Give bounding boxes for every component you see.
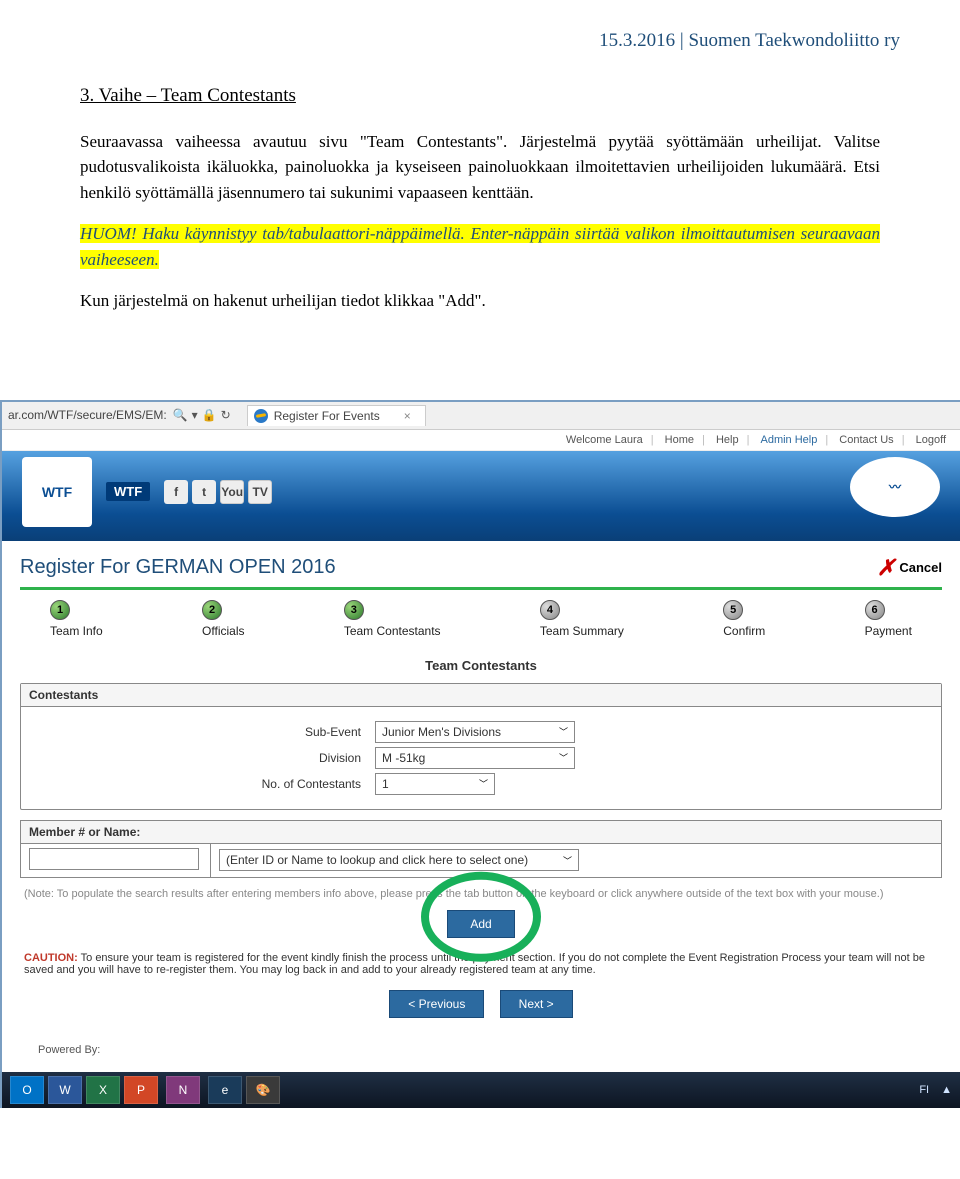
tab-close-icon[interactable]: × bbox=[404, 409, 411, 423]
sub-event-label: Sub-Event bbox=[35, 725, 375, 739]
doc-body: 3. Vaihe – Team Contestants Seuraavassa … bbox=[0, 62, 960, 370]
cancel-button[interactable]: ✗ Cancel bbox=[877, 555, 942, 581]
taskbar-paint-icon[interactable]: 🎨 bbox=[246, 1076, 280, 1104]
link-home[interactable]: Home bbox=[665, 434, 694, 446]
taskbar-outlook-icon[interactable]: O bbox=[10, 1076, 44, 1104]
doc-highlight-text: HUOM! Haku käynnistyy tab/tabulaattori-n… bbox=[80, 224, 880, 269]
chevron-down-icon: ﹀ bbox=[563, 854, 572, 867]
doc-header: 15.3.2016 | Suomen Taekwondoliitto ry bbox=[0, 0, 960, 62]
chevron-down-icon: ﹀ bbox=[559, 751, 568, 764]
section-title: Team Contestants bbox=[20, 658, 942, 673]
doc-title: 3. Vaihe – Team Contestants bbox=[80, 82, 880, 111]
federation-logo[interactable]: 〰 bbox=[850, 457, 940, 517]
wizard-steps: 1 Team Info 2 Officials 3 Team Contestan… bbox=[50, 600, 912, 638]
step-team-contestants[interactable]: 3 Team Contestants bbox=[344, 600, 441, 638]
welcome-text: Welcome Laura bbox=[566, 434, 643, 446]
taskbar-onenote-icon[interactable]: N bbox=[166, 1076, 200, 1104]
step-team-summary[interactable]: 4 Team Summary bbox=[540, 600, 624, 638]
caution-text: CAUTION: To ensure your team is register… bbox=[24, 952, 938, 976]
taskbar-lang[interactable]: FI bbox=[919, 1084, 929, 1096]
site-top-links: Welcome Laura| Home| Help| Admin Help| C… bbox=[2, 430, 960, 451]
link-admin-help[interactable]: Admin Help bbox=[760, 434, 817, 446]
refresh-icon[interactable]: ↻ bbox=[221, 408, 231, 422]
doc-para-1: Seuraavassa vaiheessa avautuu sivu "Team… bbox=[80, 129, 880, 206]
step-payment[interactable]: 6 Payment bbox=[865, 600, 912, 638]
link-contact[interactable]: Contact Us bbox=[839, 434, 893, 446]
taskbar-excel-icon[interactable]: X bbox=[86, 1076, 120, 1104]
chevron-down-icon: ﹀ bbox=[479, 777, 488, 790]
step-officials[interactable]: 2 Officials bbox=[202, 600, 244, 638]
division-label: Division bbox=[35, 751, 375, 765]
youtube-icon[interactable]: You bbox=[220, 480, 244, 504]
previous-button[interactable]: < Previous bbox=[389, 990, 484, 1018]
num-contestants-select[interactable]: 1 ﹀ bbox=[375, 773, 495, 795]
contestants-panel-head: Contestants bbox=[21, 684, 941, 707]
search-icon[interactable]: 🔍 bbox=[173, 408, 188, 422]
windows-taskbar: O W X P N e 🎨 FI ▲ bbox=[2, 1072, 960, 1108]
browser-chrome: ar.com/WTF/secure/EMS/EM: 🔍 ▾ 🔒 ↻ Regist… bbox=[2, 402, 960, 430]
taskbar-tray-icon[interactable]: ▲ bbox=[941, 1084, 952, 1096]
division-select[interactable]: M -51kg ﹀ bbox=[375, 747, 575, 769]
wtf-badge: WTF bbox=[106, 482, 150, 501]
ie-icon bbox=[254, 409, 268, 423]
wtf-logo[interactable]: WTF bbox=[22, 457, 92, 527]
next-button[interactable]: Next > bbox=[500, 990, 573, 1018]
step-team-info[interactable]: 1 Team Info bbox=[50, 600, 103, 638]
sub-event-select[interactable]: Junior Men's Divisions ﹀ bbox=[375, 721, 575, 743]
address-bar-fragment[interactable]: ar.com/WTF/secure/EMS/EM: bbox=[8, 408, 167, 422]
header-date-org: 15.3.2016 | Suomen Taekwondoliitto ry bbox=[599, 30, 900, 51]
step-confirm[interactable]: 5 Confirm bbox=[723, 600, 765, 638]
taskbar-powerpoint-icon[interactable]: P bbox=[124, 1076, 158, 1104]
twitter-icon[interactable]: t bbox=[192, 480, 216, 504]
register-title: Register For GERMAN OPEN 2016 bbox=[20, 556, 336, 579]
embedded-screenshot: ar.com/WTF/secure/EMS/EM: 🔍 ▾ 🔒 ↻ Regist… bbox=[0, 400, 960, 1108]
member-head: Member # or Name: bbox=[21, 820, 942, 843]
doc-highlight: HUOM! Haku käynnistyy tab/tabulaattori-n… bbox=[80, 221, 880, 272]
tab-title: Register For Events bbox=[274, 409, 380, 423]
num-contestants-label: No. of Contestants bbox=[35, 777, 375, 791]
member-lookup-table: Member # or Name: (Enter ID or Name to l… bbox=[20, 820, 942, 878]
caution-label: CAUTION: bbox=[24, 952, 78, 964]
contestants-panel: Contestants Sub-Event Junior Men's Divis… bbox=[20, 683, 942, 810]
add-button[interactable]: Add bbox=[447, 910, 514, 938]
taskbar-ie-icon[interactable]: e bbox=[208, 1076, 242, 1104]
doc-para-2: Kun järjestelmä on hakenut urheilijan ti… bbox=[80, 288, 880, 314]
lookup-note: (Note: To populate the search results af… bbox=[24, 888, 938, 900]
powered-by: Powered By: bbox=[20, 1038, 942, 1062]
chevron-down-icon: ﹀ bbox=[559, 725, 568, 738]
site-banner: WTF WTF f t You TV 〰 bbox=[2, 451, 960, 541]
member-lookup-select[interactable]: (Enter ID or Name to lookup and click he… bbox=[219, 849, 579, 871]
lock-icon: 🔒 bbox=[202, 408, 217, 422]
taskbar-word-icon[interactable]: W bbox=[48, 1076, 82, 1104]
tv-icon[interactable]: TV bbox=[248, 480, 272, 504]
facebook-icon[interactable]: f bbox=[164, 480, 188, 504]
link-help[interactable]: Help bbox=[716, 434, 739, 446]
link-logoff[interactable]: Logoff bbox=[916, 434, 946, 446]
browser-tab[interactable]: Register For Events × bbox=[247, 405, 426, 426]
cancel-x-icon: ✗ bbox=[877, 555, 895, 581]
member-id-input[interactable] bbox=[29, 848, 199, 870]
